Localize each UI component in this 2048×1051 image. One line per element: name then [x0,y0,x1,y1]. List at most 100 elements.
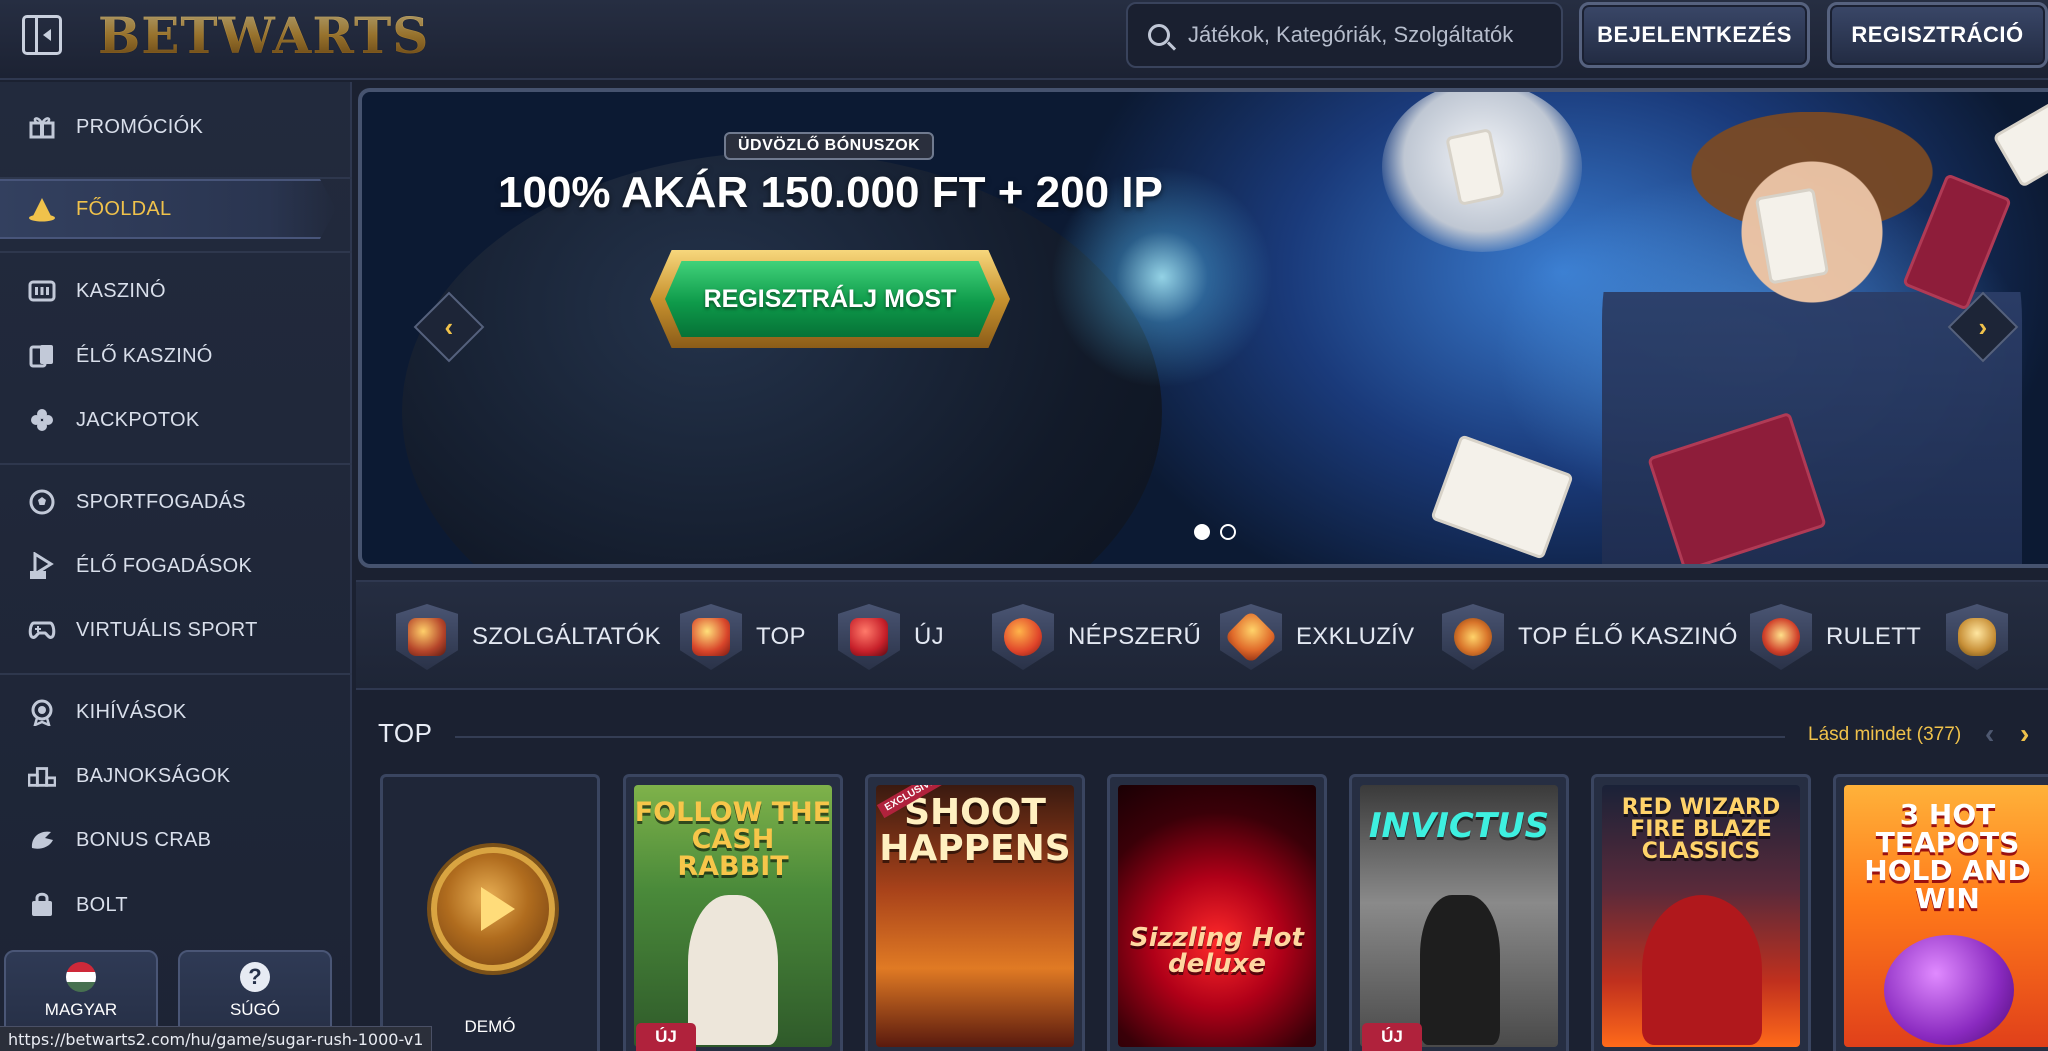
sidebar-item-label: KASZINÓ [76,279,166,302]
game-thumbnail: RED WIZARD FIRE BLAZE CLASSICS [1602,785,1800,1047]
new-badge: ÚJ [636,1023,696,1051]
warrior-illustration [1420,895,1500,1045]
game-thumbnail: INVICTUS [1360,785,1558,1047]
register-now-label: REGISZTRÁLJ MOST [665,261,995,337]
clover-icon [28,406,56,434]
help-label: SÚGÓ [229,1000,281,1019]
login-button[interactable]: BEJELENTKEZÉS [1579,2,1810,68]
carousel-dot-2[interactable] [1220,524,1236,540]
category-providers[interactable]: SZOLGÁLTATÓK [396,604,661,670]
sidebar-item-virtual-sports[interactable]: VIRTUÁLIS SPORT [0,600,340,660]
sidebar-item-label: ÉLŐ KASZINÓ [76,344,213,367]
category-roulette[interactable]: RULETT [1750,604,1921,670]
category-exclusive[interactable]: EXKLUZÍV [1220,604,1414,670]
browser-status-url: https://betwarts2.com/hu/game/sugar-rush… [0,1026,433,1051]
section-divider [455,736,1785,738]
sidebar-item-label: JACKPOTOK [76,408,200,431]
game-thumbnail: 3 HOT TEAPOTS HOLD AND WIN [1844,785,2048,1047]
wizard-illustration [1642,895,1762,1045]
demo-card[interactable]: DEMÓ [380,774,600,1051]
sidebar-item-label: VIRTUÁLIS SPORT [76,618,258,641]
crown-icon [680,604,742,670]
lightning-icon [838,604,900,670]
sidebar-item-live-betting[interactable]: ÉLŐ FOGADÁSOK [0,536,340,596]
medal-icon [28,698,56,726]
divider [0,177,352,179]
sidebar-item-sports-betting[interactable]: SPORTFOGADÁS [0,472,340,532]
divider [0,673,352,675]
category-label: TOP [756,623,806,650]
site-logo[interactable]: BETWARTS [98,6,429,65]
top-header: BETWARTS BEJELENTKEZÉS REGISZTRÁCIÓ [0,0,2048,80]
chevron-left-icon: ‹ [444,311,454,342]
game-card[interactable]: Sizzling Hot deluxe [1107,774,1327,1051]
wizard-hat-icon [28,195,56,223]
welcome-bonus-badge: ÜDVÖZLŐ BÓNUSZOK [724,132,935,160]
podium-icon [28,762,56,790]
category-label: SZOLGÁLTATÓK [472,623,661,650]
search-icon [1148,24,1170,46]
play-icon [431,847,555,971]
register-now-button[interactable]: REGISZTRÁLJ MOST [650,250,1010,348]
soccer-ball-icon [28,488,56,516]
sidebar-item-live-casino[interactable]: ÉLŐ KASZINÓ [0,326,340,386]
sidebar-item-label: BONUS CRAB [76,828,212,851]
category-popular[interactable]: NÉPSZERŰ [992,604,1201,670]
category-label: EXKLUZÍV [1296,623,1415,650]
shopping-bag-icon [28,891,56,919]
sidebar-item-label: BAJNOKSÁGOK [76,764,231,787]
category-more[interactable] [1946,604,2022,670]
gem-icon [1220,604,1282,670]
sidebar-item-casino[interactable]: KASZINÓ [0,261,340,321]
chevron-right-icon: › [1978,311,1988,342]
game-thumbnail: SHOOT HAPPENS EXCLUSIVE [876,785,1074,1047]
sidebar-item-jackpots[interactable]: JACKPOTOK [0,390,340,450]
chevron-right-icon[interactable]: › [2020,718,2029,750]
sidebar-item-bonus-crab[interactable]: BONUS CRAB [0,810,340,870]
playing-card-illustration [1992,96,2048,188]
game-card[interactable]: 3 HOT TEAPOTS HOLD AND WIN [1833,774,2048,1051]
game-card[interactable]: SHOOT HAPPENS EXCLUSIVE [865,774,1085,1051]
game-card[interactable]: FOLLOW THE CASH RABBIT ÚJ [623,774,843,1051]
search-input[interactable] [1188,22,1548,48]
sidebar-item-challenges[interactable]: KIHÍVÁSOK [0,682,340,742]
game-title: Sizzling Hot deluxe [1130,923,1304,979]
roulette-icon [1750,604,1812,670]
top-section-title: TOP [378,718,433,748]
rabbit-illustration [688,895,778,1045]
category-label: TOP ÉLŐ KASZINÓ [1518,623,1738,650]
category-bar: SZOLGÁLTATÓK TOP ÚJ NÉPSZERŰ EXKLUZÍV TO… [356,580,2048,690]
see-all-link[interactable]: Lásd mindet (377) [1808,724,1961,746]
playing-card-illustration [1430,434,1574,560]
category-new[interactable]: ÚJ [838,604,944,670]
game-thumbnail: FOLLOW THE CASH RABBIT [634,785,832,1047]
gamepad-icon [28,616,56,644]
sidebar-item-label: PROMÓCIÓK [76,115,204,138]
new-badge: ÚJ [1362,1023,1422,1051]
register-button[interactable]: REGISZTRÁCIÓ [1827,2,2048,68]
sidebar-item-label: FŐOLDAL [76,197,172,220]
sidebar-toggle-icon[interactable] [22,15,62,55]
category-top[interactable]: TOP [680,604,806,670]
hero-banner[interactable] [358,88,2048,568]
language-label: MAGYAR [44,1000,118,1019]
live-cards-icon [28,342,56,370]
game-card[interactable]: INVICTUS ÚJ [1349,774,1569,1051]
sidebar-item-label: SPORTFOGADÁS [76,490,246,513]
game-thumbnail: Sizzling Hot deluxe [1118,785,1316,1047]
category-label: NÉPSZERŰ [1068,623,1202,650]
live-tv-icon [28,552,56,580]
search-box[interactable] [1126,2,1563,68]
sidebar-item-promotions[interactable]: PROMÓCIÓK [0,97,340,157]
chevron-left-icon[interactable]: ‹ [1985,718,1994,750]
divider [0,251,352,253]
game-title: RED WIZARD FIRE BLAZE CLASSICS [1621,795,1781,864]
sidebar-item-shop[interactable]: BOLT [0,875,340,935]
microphone-icon [1946,604,2008,670]
sidebar-item-tournaments[interactable]: BAJNOKSÁGOK [0,746,340,806]
category-top-live-casino[interactable]: TOP ÉLŐ KASZINÓ [1442,604,1738,670]
sidebar-item-home[interactable]: FŐOLDAL [0,179,336,239]
sidebar-nav: PROMÓCIÓK FŐOLDAL KASZINÓ ÉLŐ KASZINÓ JA… [0,82,352,1051]
carousel-dot-1[interactable] [1194,524,1210,540]
game-card[interactable]: RED WIZARD FIRE BLAZE CLASSICS [1591,774,1811,1051]
